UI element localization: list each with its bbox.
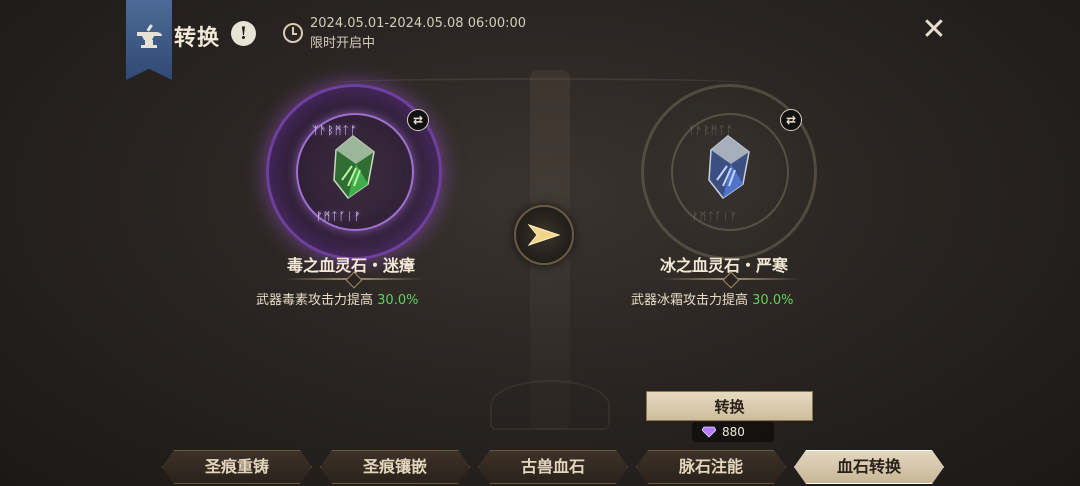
rune-text-icon: ᚠᛗᛏᚪᛁᚠ xyxy=(316,210,362,223)
target-stone-name: 冰之血灵石・严寒 xyxy=(660,256,789,275)
event-period: 2024.05.01-2024.05.08 06:00:00 限时开启中 xyxy=(310,14,526,54)
swap-source-button[interactable]: ⇄ xyxy=(407,109,429,131)
tab-ancient-beast-bloodstone[interactable]: 古兽血石 xyxy=(478,450,628,484)
effect-value: 30.0% xyxy=(377,293,419,308)
effect-label: 武器冰霜攻击力提高 xyxy=(631,293,749,308)
source-stone-name: 毒之血灵石・迷瘴 xyxy=(287,256,416,275)
tab-vein-stone-infusion[interactable]: 脉石注能 xyxy=(636,450,786,484)
source-stone-effect: 武器毒素攻击力提高 30.0% xyxy=(256,289,418,308)
date-range: 2024.05.01-2024.05.08 06:00:00 xyxy=(310,16,527,31)
convert-cost: 880 xyxy=(692,422,774,442)
poison-gem-icon[interactable] xyxy=(328,134,378,200)
convert-button[interactable]: 转换 xyxy=(646,391,813,421)
background-scale-base xyxy=(490,380,610,430)
tab-stigma-inlay[interactable]: 圣痕镶嵌 xyxy=(320,450,470,484)
ice-gem-icon[interactable] xyxy=(703,134,753,200)
swap-target-button[interactable]: ⇄ xyxy=(780,109,802,131)
close-button[interactable]: ✕ xyxy=(918,14,950,46)
divider xyxy=(284,278,424,280)
tab-bloodstone-conversion[interactable]: 血石转换 xyxy=(794,450,944,484)
anvil-banner-icon xyxy=(126,0,172,80)
bottom-tab-bar: 圣痕重铸 圣痕镶嵌 古兽血石 脉石注能 血石转换 xyxy=(0,448,1080,486)
page-title: 转换 xyxy=(174,25,221,51)
cost-value: 880 xyxy=(722,425,745,439)
limited-time-note: 限时开启中 xyxy=(310,36,376,51)
effect-label: 武器毒素攻击力提高 xyxy=(256,293,374,308)
rune-text-icon: ᚠᛗᛏᚪᛁᚠ xyxy=(692,210,738,223)
diamond-icon xyxy=(702,426,716,438)
divider xyxy=(661,278,801,280)
convert-arrow-icon xyxy=(514,205,574,265)
clock-icon xyxy=(283,23,303,43)
tab-stigma-reforge[interactable]: 圣痕重铸 xyxy=(162,450,312,484)
effect-value: 30.0% xyxy=(752,293,794,308)
info-icon[interactable]: ! xyxy=(231,21,256,46)
target-stone-effect: 武器冰霜攻击力提高 30.0% xyxy=(631,289,793,308)
